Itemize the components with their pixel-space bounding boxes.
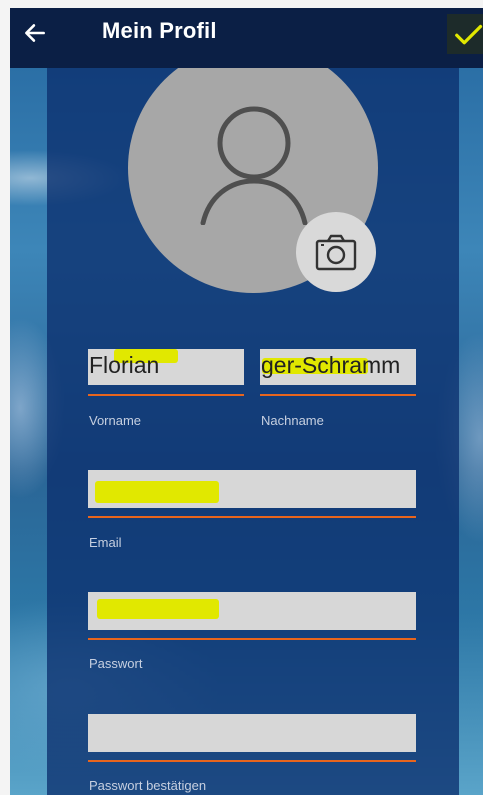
person-icon (200, 106, 308, 225)
back-button[interactable] (22, 16, 56, 50)
first-name-underline (88, 394, 244, 396)
page-title: Mein Profil (102, 18, 217, 43)
confirm-password-label: Passwort bestätigen (89, 778, 207, 793)
last-name-label: Nachname (261, 413, 324, 428)
redaction-highlight (97, 599, 219, 619)
app-screen: Mein Profil Florian Vorname ger-Schramm … (10, 8, 483, 795)
password-label: Passwort (89, 656, 143, 671)
redaction-highlight (95, 481, 219, 503)
email-underline (88, 516, 416, 518)
first-name-value: Florian (89, 352, 160, 378)
change-photo-button[interactable] (296, 212, 376, 292)
email-label: Email (89, 535, 122, 550)
last-name-underline (260, 394, 416, 396)
arrow-left-icon (25, 24, 45, 42)
confirm-password-underline (88, 760, 416, 762)
password-underline (88, 638, 416, 640)
last-name-value: ger-Schramm (261, 352, 401, 378)
camera-icon (315, 234, 357, 271)
confirm-password-input[interactable] (88, 714, 416, 752)
save-button[interactable] (447, 14, 483, 54)
checkmark-icon (455, 24, 483, 45)
first-name-label: Vorname (89, 413, 142, 428)
top-app-bar: Mein Profil (10, 8, 483, 68)
